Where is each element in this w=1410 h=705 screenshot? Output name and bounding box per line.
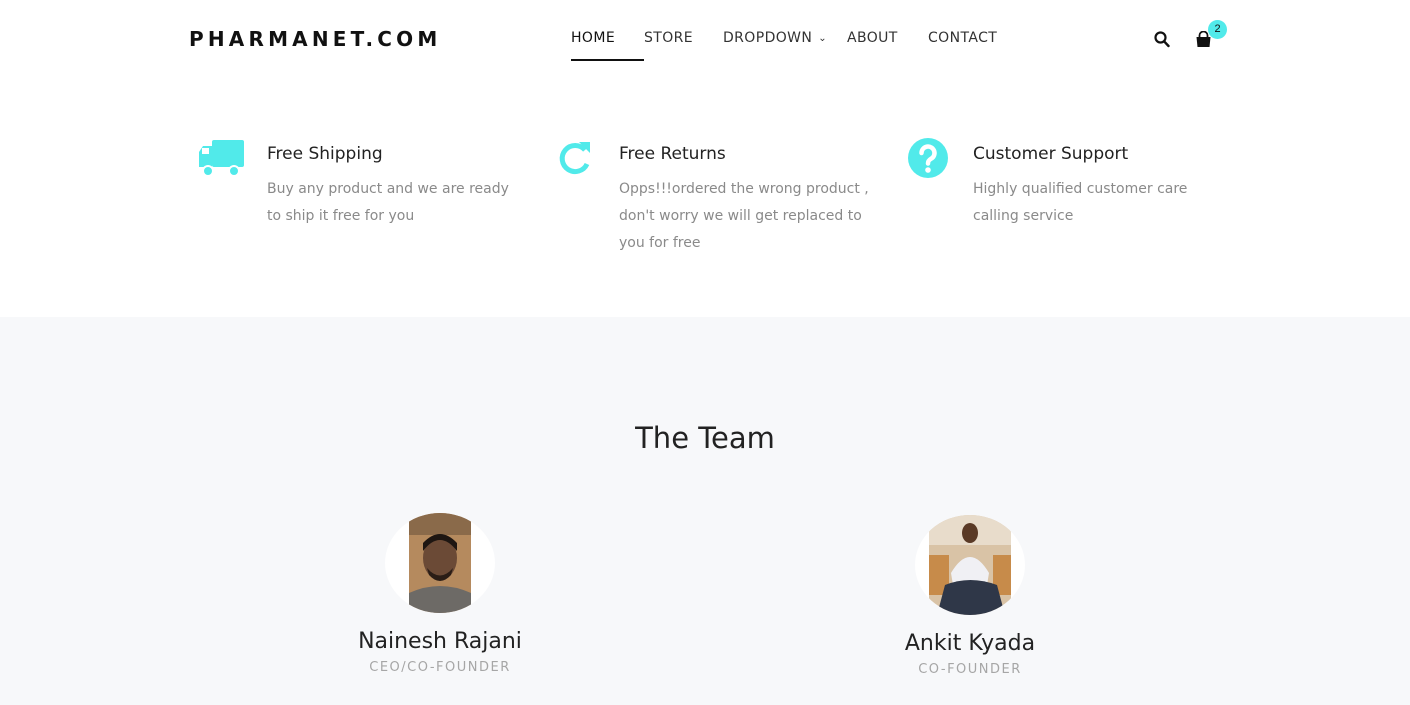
cart-count-badge: 2 <box>1208 20 1227 39</box>
feature-returns-text: Free Returns Opps!!!ordered the wrong pr… <box>619 144 869 257</box>
nav-home[interactable]: HOME <box>571 30 644 62</box>
feature-desc-line: you for free <box>619 235 701 251</box>
feature-desc-line: to ship it free for you <box>267 208 415 224</box>
feature-description: Opps!!!ordered the wrong product , don't… <box>619 176 869 257</box>
chevron-down-icon: ⌄ <box>818 33 828 44</box>
nav-about[interactable]: ABOUT <box>847 30 928 62</box>
feature-description: Highly qualified customer care calling s… <box>973 176 1187 230</box>
feature-title: Free Returns <box>619 144 726 164</box>
feature-desc-line: don't worry we will get replaced to <box>619 208 862 224</box>
feature-shipping-text: Free Shipping Buy any product and we are… <box>267 144 509 230</box>
nav-dropdown-label: DROPDOWN <box>723 30 813 46</box>
member-name: Nainesh Rajani <box>358 629 522 654</box>
refresh-icon <box>556 138 592 183</box>
feature-title: Free Shipping <box>267 144 383 164</box>
avatar <box>915 515 1025 615</box>
feature-support-text: Customer Support Highly qualified custom… <box>973 144 1187 230</box>
team-section: The Team Nainesh Rajani CEO/CO-FOUNDER A… <box>0 317 1410 705</box>
team-title: The Team <box>635 421 775 455</box>
team-member: Ankit Kyada CO-FOUNDER <box>870 515 1070 677</box>
feature-description: Buy any product and we are ready to ship… <box>267 176 509 230</box>
feature-desc-line: Highly qualified customer care <box>973 181 1188 197</box>
main-nav: HOME STORE DROPDOWN ⌄ ABOUT CONTACT <box>571 30 1008 62</box>
member-name: Ankit Kyada <box>904 631 1036 656</box>
team-member: Nainesh Rajani CEO/CO-FOUNDER <box>340 513 540 675</box>
feature-title: Customer Support <box>973 144 1129 164</box>
feature-desc-line: Opps!!!ordered the wrong product , <box>619 181 869 197</box>
site-header: PHARMANET.COM HOME STORE DROPDOWN ⌄ ABOUT… <box>0 0 1410 80</box>
search-icon[interactable] <box>1154 31 1170 53</box>
site-logo[interactable]: PHARMANET.COM <box>189 27 441 51</box>
truck-icon <box>198 138 246 185</box>
member-role: CEO/CO-FOUNDER <box>369 660 511 675</box>
member-role: CO-FOUNDER <box>918 662 1022 677</box>
question-icon <box>907 137 949 184</box>
nav-dropdown[interactable]: DROPDOWN ⌄ <box>723 30 847 62</box>
avatar <box>385 513 495 613</box>
nav-store[interactable]: STORE <box>644 30 723 62</box>
feature-desc-line: Buy any product and we are ready <box>267 181 509 197</box>
feature-desc-line: calling service <box>973 208 1074 224</box>
nav-contact[interactable]: CONTACT <box>928 30 1008 62</box>
